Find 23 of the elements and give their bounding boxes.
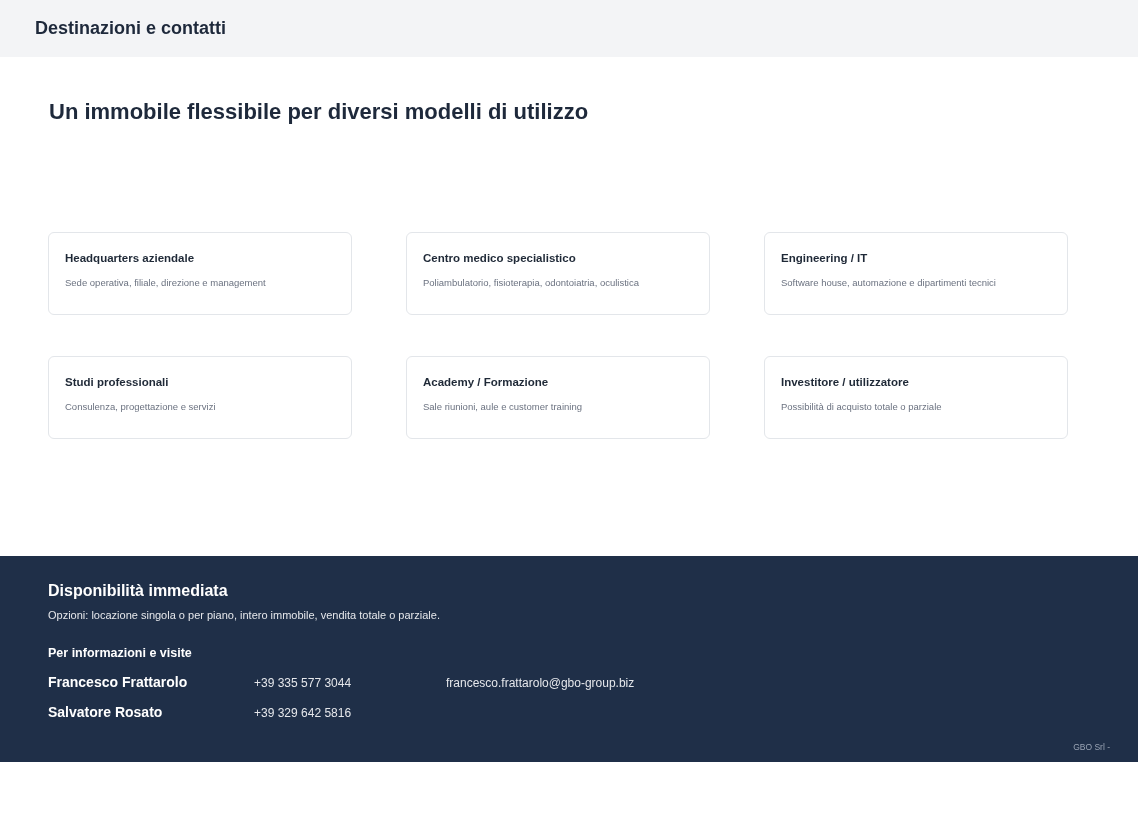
contact-email: francesco.frattarolo@gbo-group.biz bbox=[446, 676, 635, 690]
card-title: Investitore / utilizzatore bbox=[781, 376, 910, 388]
card-description: Consulenza, progettazione e servizi bbox=[65, 401, 217, 412]
card-title: Academy / Formazione bbox=[423, 376, 550, 388]
card-description: Software house, automazione e dipartimenti tecnici bbox=[781, 277, 997, 288]
card-title: Engineering / IT bbox=[781, 252, 869, 264]
card-description: Sale riunioni, aule e customer training bbox=[423, 401, 583, 412]
card-description: Poliambulatorio, fisioterapia, odontoiatria, oculistica bbox=[423, 277, 640, 288]
contact-phone: +39 335 577 3044 bbox=[254, 676, 353, 690]
card-title: Centro medico specialistico bbox=[423, 252, 577, 264]
card-title: Studi professionali bbox=[65, 376, 170, 388]
card-description: Sede operativa, filiale, direzione e management bbox=[65, 277, 267, 288]
page-title: Destinazioni e contatti bbox=[35, 18, 227, 39]
contact-name: Salvatore Rosato bbox=[48, 704, 164, 720]
section-heading: Un immobile flessibile per diversi modelli di utilizzo bbox=[49, 99, 590, 126]
company-text: GBO Srl - bbox=[1073, 742, 1110, 752]
card-description: Possibilità di acquisto totale o parziale bbox=[781, 401, 943, 412]
contact-name: Francesco Frattarolo bbox=[48, 674, 189, 690]
footer-title: Disponibilità immediata bbox=[48, 582, 229, 600]
card-title: Headquarters aziendale bbox=[65, 252, 196, 264]
contacts-heading: Per informazioni e visite bbox=[48, 646, 193, 660]
contact-phone: +39 329 642 5816 bbox=[254, 706, 353, 720]
options-text: Opzioni: locazione singola o per piano, intero immobile, vendita totale o parziale. bbox=[48, 609, 441, 621]
